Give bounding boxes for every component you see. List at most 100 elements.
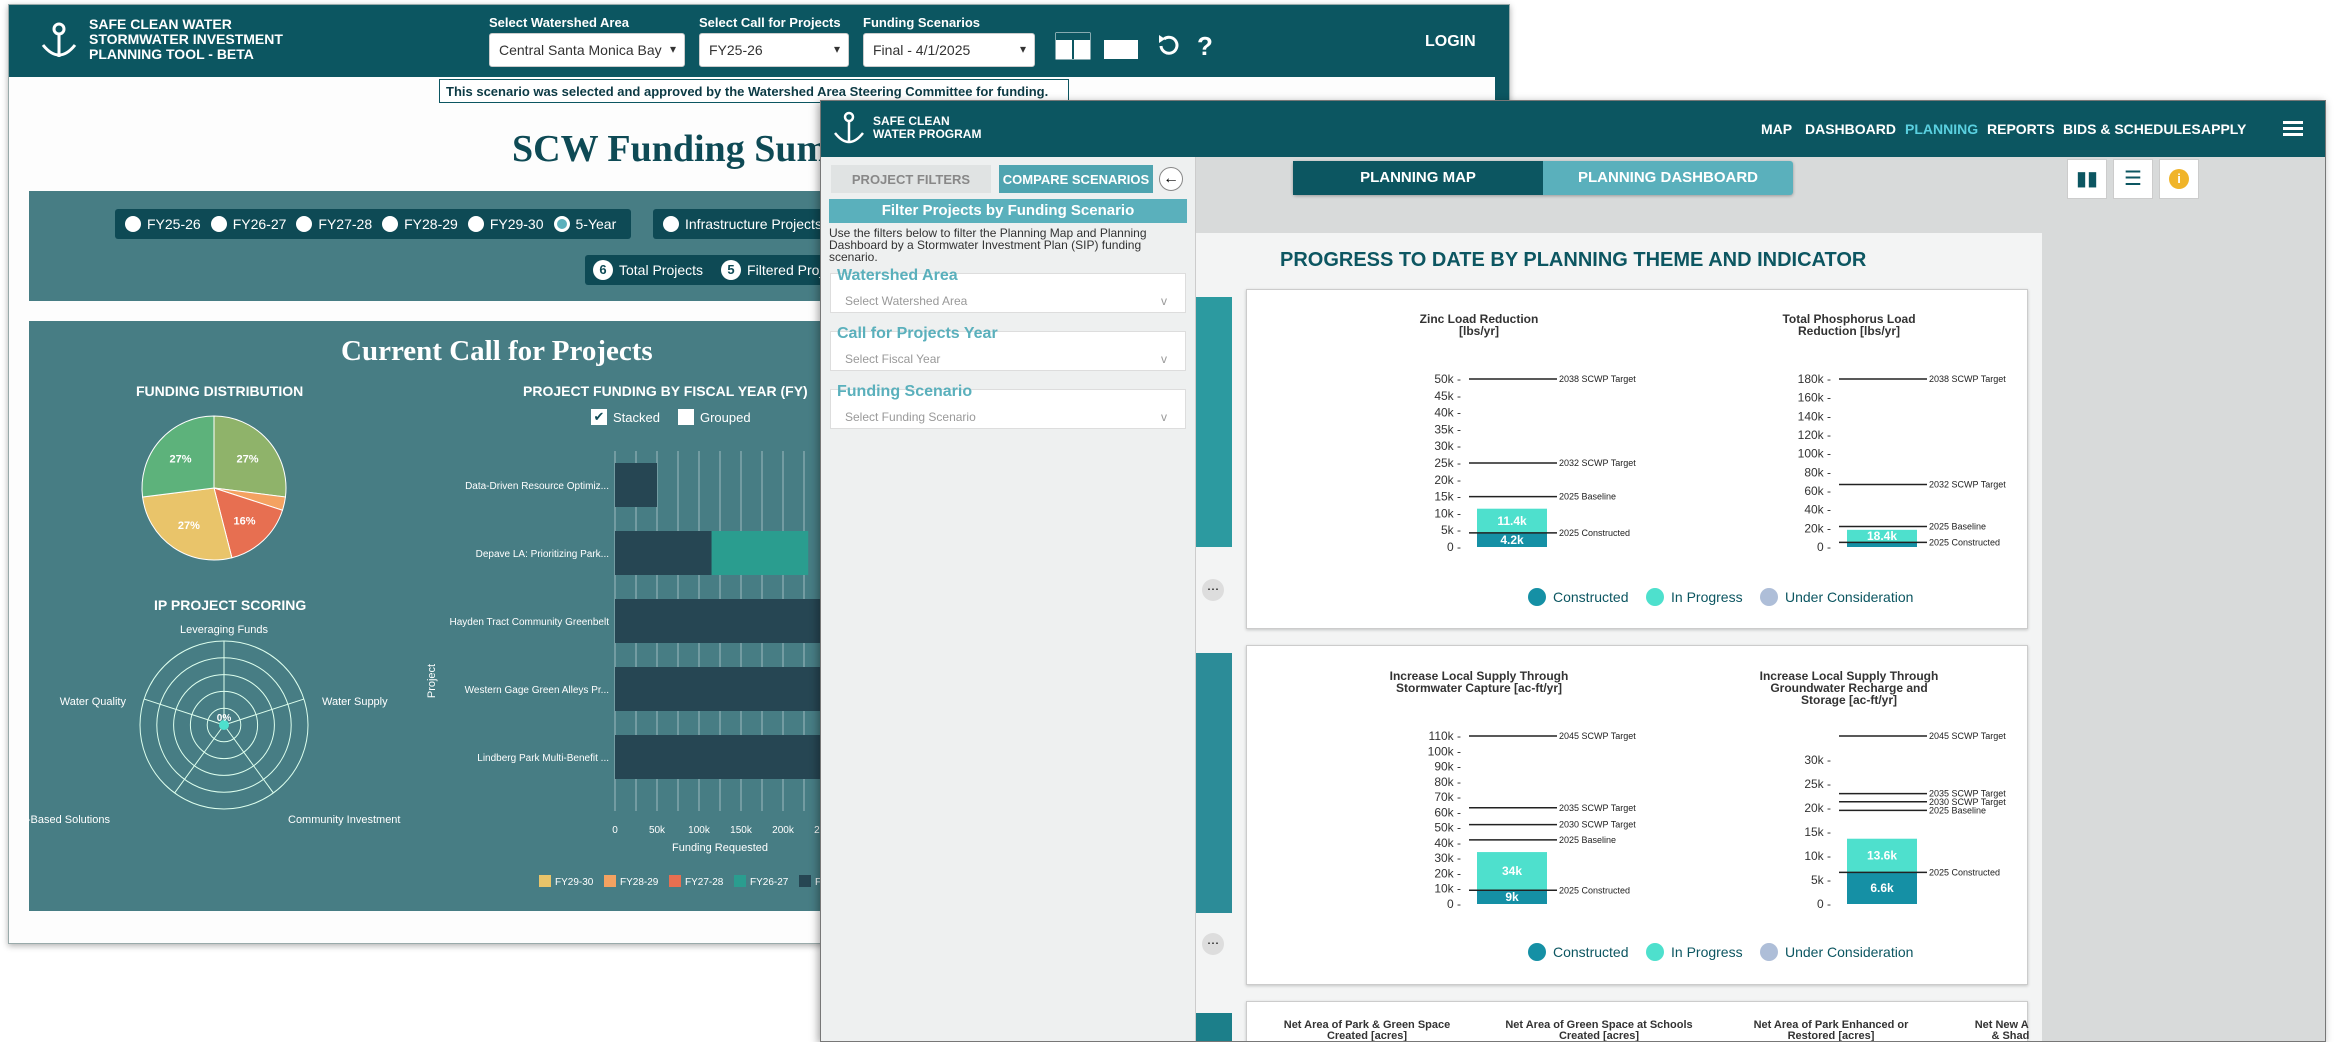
help-icon[interactable]: ? bbox=[1197, 31, 1213, 62]
watershed-placeholder[interactable]: Select Watershed Area bbox=[845, 294, 1168, 308]
brand-line: PLANNING TOOL - BETA bbox=[89, 46, 254, 62]
radio-icon[interactable] bbox=[125, 216, 141, 232]
year-option[interactable]: FY26-27 bbox=[233, 216, 287, 232]
target-label: 2025 Baseline bbox=[1929, 805, 1986, 815]
tick-label: 160k - bbox=[1798, 391, 1831, 405]
radar-axis-label: Nature-Based Solutions bbox=[29, 814, 110, 826]
nav-map[interactable]: MAP bbox=[1761, 121, 1792, 137]
category-label: Lindberg Park Multi-Benefit ... bbox=[477, 753, 609, 764]
nav-dashboard[interactable]: DASHBOARD bbox=[1805, 121, 1896, 137]
target-label: 2032 SCWP Target bbox=[1929, 479, 2006, 489]
tick-label: 70k - bbox=[1434, 790, 1461, 804]
bar-mode-toggle[interactable]: ✔ Stacked Grouped bbox=[591, 409, 751, 425]
page-title: SCW Funding Sum bbox=[512, 128, 829, 170]
call-label: Select Call for Projects bbox=[699, 15, 841, 30]
tick-label: 30k - bbox=[1804, 753, 1831, 767]
water-quality-card: Zinc Load Reduction [lbs/yr] 0 -5k -10k -1… bbox=[1246, 289, 2028, 629]
legend-label: In Progress bbox=[1671, 589, 1743, 605]
watershed-select[interactable]: Central Santa Monica Bay bbox=[489, 33, 685, 67]
tick-label: 20k - bbox=[1434, 473, 1461, 487]
bar-segment bbox=[615, 599, 841, 643]
nav-apply[interactable]: APPLY bbox=[2201, 121, 2246, 137]
year-option[interactable]: FY25-26 bbox=[147, 216, 201, 232]
scenario-select[interactable]: Final - 4/1/2025 bbox=[863, 33, 1035, 67]
scenario-label: Funding Scenarios bbox=[863, 15, 981, 30]
funding-dist-title: FUNDING DISTRIBUTION bbox=[136, 383, 304, 399]
info-icon[interactable]: i bbox=[2159, 159, 2199, 199]
fiscal-year-placeholder[interactable]: Select Fiscal Year bbox=[845, 352, 1168, 366]
theme-image bbox=[1196, 653, 1232, 913]
constructed-label: 9k bbox=[1505, 890, 1519, 904]
in-progress-label: 34k bbox=[1502, 864, 1522, 878]
tab-project-filters[interactable]: PROJECT FILTERS bbox=[831, 165, 991, 193]
checkbox-checked-icon[interactable]: ✔ bbox=[591, 409, 607, 425]
radio-icon[interactable] bbox=[663, 216, 679, 232]
x-axis-label: Funding Requested bbox=[672, 842, 768, 854]
target-label: 2025 Baseline bbox=[1559, 492, 1616, 502]
anchor-logo-icon bbox=[834, 111, 864, 144]
tick-label: 35k - bbox=[1434, 422, 1461, 436]
target-label: 2038 SCWP Target bbox=[1559, 374, 1636, 384]
legend-label: FY27-28 bbox=[685, 877, 724, 888]
layout-full-icon[interactable] bbox=[1102, 31, 1140, 61]
tab-compare-scenarios[interactable]: COMPARE SCENARIOS bbox=[999, 165, 1153, 193]
year-option[interactable]: FY27-28 bbox=[318, 216, 372, 232]
legend-dot bbox=[1760, 588, 1778, 606]
tick-label: 25k - bbox=[1434, 456, 1461, 470]
tick-label: 100k - bbox=[1428, 744, 1461, 758]
tick-label: 0 - bbox=[1447, 897, 1461, 911]
header-bar: SAFE CLEAN WATER STORMWATER INVESTMENT P… bbox=[9, 5, 1509, 77]
radio-icon[interactable] bbox=[210, 216, 227, 232]
nav-bids[interactable]: BIDS & SCHEDULES bbox=[2063, 121, 2201, 137]
nav-planning[interactable]: PLANNING bbox=[1905, 121, 1978, 137]
radar-axis bbox=[143, 698, 225, 726]
infra-label[interactable]: Infrastructure Projects bbox=[685, 216, 822, 232]
bar-segment bbox=[615, 667, 841, 711]
radio-selected-icon[interactable] bbox=[553, 216, 570, 232]
tick-label: 45k - bbox=[1434, 389, 1461, 403]
more-icon[interactable]: ⋯ bbox=[1202, 933, 1224, 955]
sliders-icon[interactable]: ☰ bbox=[2113, 159, 2153, 199]
legend-label: Constructed bbox=[1553, 944, 1628, 960]
brand-line: WATER PROGRAM bbox=[873, 127, 982, 141]
target-label: 2025 Baseline bbox=[1929, 521, 1986, 531]
tick-label: 10k - bbox=[1434, 882, 1461, 896]
back-arrow-icon[interactable]: ← bbox=[1159, 167, 1183, 191]
year-option[interactable]: 5-Year bbox=[576, 216, 617, 232]
legend-label: Under Consideration bbox=[1785, 944, 1913, 960]
in-progress-label: 13.6k bbox=[1867, 849, 1897, 863]
grouped-label[interactable]: Grouped bbox=[700, 410, 751, 425]
brand-title: SAFE CLEAN WATER PROGRAM bbox=[873, 115, 981, 141]
layout-split-icon[interactable] bbox=[1054, 31, 1092, 61]
nav-reports[interactable]: REPORTS bbox=[1987, 121, 2055, 137]
year-radio-group[interactable]: FY25-26 FY26-27 FY27-28 FY28-29 FY29-30 … bbox=[115, 209, 631, 239]
water-supply-card: Increase Local Supply Through Stormwater … bbox=[1246, 645, 2028, 985]
call-select[interactable]: FY25-26 bbox=[699, 33, 849, 67]
layout-icon[interactable]: ▮▮ bbox=[2067, 159, 2107, 199]
menu-icon[interactable] bbox=[2283, 119, 2305, 139]
login-button[interactable]: LOGIN bbox=[1425, 33, 1476, 51]
progress-title: PROGRESS TO DATE BY PLANNING THEME AND I… bbox=[1280, 249, 1867, 271]
scenario-placeholder[interactable]: Select Funding Scenario bbox=[845, 410, 1166, 424]
radio-icon[interactable] bbox=[296, 216, 313, 232]
tick-label: 40k - bbox=[1434, 836, 1461, 850]
view-toggle[interactable]: PLANNING MAP PLANNING DASHBOARD bbox=[1293, 161, 1793, 195]
year-option[interactable]: FY29-30 bbox=[490, 216, 544, 232]
tick-label: 40k - bbox=[1434, 406, 1461, 420]
more-icon[interactable]: ⋯ bbox=[1202, 579, 1224, 601]
radio-icon[interactable] bbox=[467, 216, 484, 232]
tick-label: 90k - bbox=[1434, 760, 1461, 774]
reset-icon[interactable] bbox=[1155, 33, 1181, 59]
year-option[interactable]: FY28-29 bbox=[404, 216, 458, 232]
in-progress-label: 11.4k bbox=[1497, 514, 1527, 528]
target-label: 2025 Constructed bbox=[1929, 537, 2000, 547]
stacked-label[interactable]: Stacked bbox=[613, 410, 660, 425]
planning-dashboard-button[interactable]: PLANNING DASHBOARD bbox=[1543, 161, 1793, 195]
planning-map-button[interactable]: PLANNING MAP bbox=[1293, 161, 1543, 195]
bottom-chart-title: Restored [acres] bbox=[1788, 1030, 1875, 1042]
radio-icon[interactable] bbox=[382, 216, 399, 232]
checkbox-icon[interactable] bbox=[677, 409, 694, 425]
tick-label: 50k - bbox=[1434, 821, 1461, 835]
target-label: 2025 Baseline bbox=[1559, 835, 1616, 845]
legend-label: Under Consideration bbox=[1785, 589, 1913, 605]
